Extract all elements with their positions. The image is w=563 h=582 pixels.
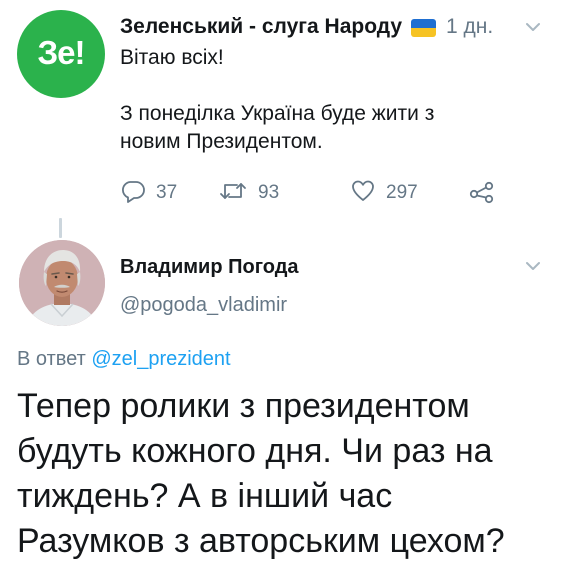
tweet-text-line: Вітаю всіх! [120, 46, 224, 69]
tweet-actions: 37 93 297 [120, 178, 520, 208]
tweet-text-line: Тепер ролики з президентом [17, 387, 470, 425]
retweet-count: 93 [258, 182, 280, 203]
ukraine-flag-icon [411, 19, 437, 37]
like-count: 297 [386, 182, 418, 203]
thread-connector-line [59, 218, 62, 238]
share-button[interactable] [468, 178, 496, 208]
author-name[interactable]: Владимир Погода [120, 256, 299, 279]
avatar[interactable] [19, 240, 105, 326]
tweet-text: Вітаю всіх! З понеділка Україна буде жит… [120, 44, 540, 156]
in-reply-to: В ответ @zel_prezident [17, 348, 231, 371]
avatar-logo-text: Зе! [37, 34, 85, 71]
tweet-header: Зеленський - слуга Народу 1 дн. [120, 13, 493, 41]
retweet-icon [218, 178, 248, 209]
reply-icon [120, 178, 146, 209]
retweet-button[interactable]: 93 [218, 178, 279, 208]
chevron-down-icon[interactable] [526, 261, 540, 271]
tweet-text-line [120, 72, 540, 100]
tweet-text-line: будуть кожного дня. Чи раз на [17, 432, 493, 470]
chevron-down-icon[interactable] [526, 22, 540, 32]
reply-count: 37 [156, 182, 178, 203]
like-button[interactable]: 297 [350, 178, 418, 208]
tweet-timestamp[interactable]: 1 дн. [446, 15, 493, 39]
author-name[interactable]: Зеленський - слуга Народу [120, 15, 402, 39]
share-icon [468, 178, 496, 209]
tweet-text-line: тиждень? А в інший час [17, 477, 393, 515]
author-handle[interactable]: @pogoda_vladimir [120, 294, 287, 317]
avatar[interactable]: Зе! [17, 10, 105, 98]
tweet-text: Тепер ролики з президентом будуть кожног… [17, 384, 557, 564]
like-icon [350, 178, 376, 209]
tweet-text-line: новим Президентом. [120, 130, 323, 153]
tweet-thread: Зе! Зеленський - слуга Народу 1 дн. Віта… [0, 0, 563, 582]
tweet-text-line: Разумков з авторським цехом? [17, 522, 505, 560]
in-reply-prefix: В ответ [17, 348, 86, 370]
parent-tweet[interactable]: Зе! Зеленський - слуга Народу 1 дн. Віта… [0, 0, 563, 238]
tweet-text-line: З понеділка Україна буде жити з [120, 102, 435, 125]
mention-link[interactable]: @zel_prezident [91, 348, 230, 370]
reply-button[interactable]: 37 [120, 178, 177, 208]
